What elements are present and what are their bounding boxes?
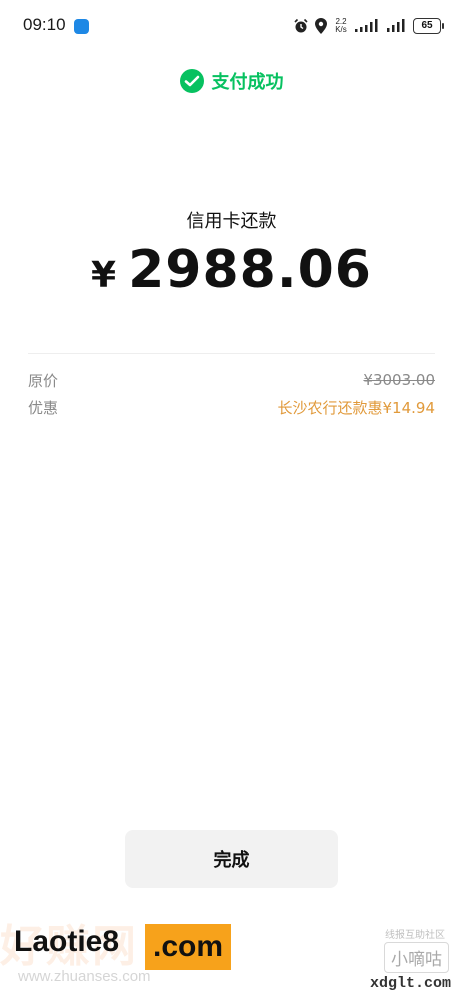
payment-amount: 2988.06 <box>128 240 372 300</box>
watermark-right-url: xdglt.com <box>369 975 451 992</box>
payment-success-header: 支付成功 <box>0 66 463 96</box>
wechat-pay-icon <box>179 69 204 93</box>
status-bar: 09:10 2.2 K/s 65 <box>0 0 463 54</box>
currency-symbol: ¥ <box>91 255 117 296</box>
watermark-right-top: 线报互助社区 <box>385 930 445 941</box>
success-text: 支付成功 <box>211 72 284 93</box>
divider <box>28 353 435 354</box>
watermark-laotie: Laotie8 <box>14 925 120 958</box>
original-price-value: ¥3003.00 <box>363 371 435 389</box>
notification-app-icon <box>74 19 89 34</box>
battery-indicator: 65 <box>413 18 444 34</box>
detail-row-original-price: 原价 ¥3003.00 <box>28 369 435 391</box>
alarm-icon <box>294 18 308 33</box>
detail-row-discount: 优惠 长沙农行还款惠¥14.94 <box>28 396 435 418</box>
signal-icon-sim2 <box>387 19 405 32</box>
detail-label: 优惠 <box>28 398 59 417</box>
watermark-com: .com <box>145 924 232 970</box>
location-icon <box>315 18 327 34</box>
amount-display: ¥ 2988.06 <box>0 240 463 300</box>
watermark-right-logo: 小嘀咕 <box>384 942 449 973</box>
signal-icon-sim1 <box>355 19 378 32</box>
status-time: 09:10 <box>23 15 66 34</box>
detail-label: 原价 <box>28 371 59 390</box>
status-icons: 2.2 K/s 65 <box>293 16 444 36</box>
done-button[interactable]: 完成 <box>125 830 338 888</box>
discount-value: 长沙农行还款惠¥14.94 <box>277 398 436 417</box>
network-speed: 2.2 K/s <box>335 17 347 34</box>
watermark-url: www.zhuanses.com <box>18 968 151 985</box>
payment-title: 信用卡还款 <box>186 211 277 232</box>
